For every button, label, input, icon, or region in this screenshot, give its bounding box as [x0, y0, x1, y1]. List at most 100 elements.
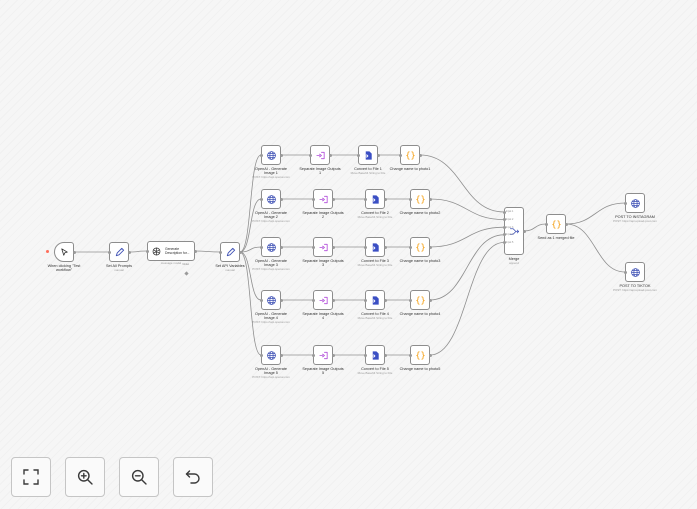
input-port[interactable] — [408, 197, 412, 201]
input-port[interactable] — [363, 245, 367, 249]
output-port[interactable] — [383, 245, 387, 249]
node-conv-2[interactable] — [365, 189, 385, 209]
connection-edge — [194, 250, 221, 253]
node-sep-2[interactable] — [313, 189, 333, 209]
fit-view-button[interactable] — [11, 457, 51, 497]
input-port[interactable] — [623, 270, 627, 274]
output-port[interactable] — [331, 197, 335, 201]
node-conv-3[interactable] — [365, 237, 385, 257]
output-port[interactable] — [418, 153, 422, 157]
node-rename-4[interactable] — [410, 290, 430, 310]
node-gen-desc[interactable]: Generate Description for... — [147, 241, 195, 261]
node-subtitle: POST: https://api.openai.com — [252, 219, 290, 224]
input-port[interactable] — [259, 353, 263, 357]
node-openai-5[interactable] — [261, 345, 281, 365]
input-port[interactable] — [218, 250, 222, 254]
node-trigger[interactable] — [54, 242, 74, 262]
input-port[interactable] — [311, 353, 315, 357]
input-port[interactable] — [356, 153, 360, 157]
output-port[interactable] — [331, 245, 335, 249]
undo-button[interactable] — [173, 457, 213, 497]
input-port[interactable] — [398, 153, 402, 157]
node-openai-4[interactable] — [261, 290, 281, 310]
node-send-merged[interactable] — [546, 214, 566, 234]
input-port[interactable] — [408, 353, 412, 357]
output-port[interactable] — [564, 222, 568, 226]
workflow-canvas[interactable]: When clicking "Test workflow" Set All Pro… — [0, 0, 697, 509]
output-port[interactable] — [383, 197, 387, 201]
input-port[interactable] — [408, 298, 412, 302]
node-sep-1[interactable] — [310, 145, 330, 165]
node-openai-2[interactable] — [261, 189, 281, 209]
output-port[interactable] — [238, 250, 242, 254]
output-port[interactable] — [331, 353, 335, 357]
output-port[interactable] — [193, 249, 197, 253]
input-port[interactable] — [308, 153, 312, 157]
node-openai-3[interactable] — [261, 237, 281, 257]
output-port[interactable] — [428, 245, 432, 249]
output-port[interactable] — [383, 353, 387, 357]
output-port[interactable] — [428, 197, 432, 201]
node-conv-5[interactable] — [365, 345, 385, 365]
output-port[interactable] — [279, 298, 283, 302]
input-port[interactable] — [311, 197, 315, 201]
node-sep-5[interactable] — [313, 345, 333, 365]
input-port[interactable] — [408, 245, 412, 249]
node-openai-1[interactable] — [261, 145, 281, 165]
split-icon — [315, 150, 326, 161]
output-port[interactable] — [383, 298, 387, 302]
output-port[interactable] — [376, 153, 380, 157]
input-port[interactable] — [311, 298, 315, 302]
node-rename-3[interactable] — [410, 237, 430, 257]
connection-edge — [239, 198, 262, 253]
node-conv-4[interactable] — [365, 290, 385, 310]
node-sep-4[interactable] — [313, 290, 333, 310]
output-port[interactable] — [328, 153, 332, 157]
input-port[interactable] — [259, 298, 263, 302]
fullscreen-icon — [23, 469, 39, 485]
node-label: Change name to photo5 — [399, 367, 441, 371]
globe-icon — [266, 150, 277, 161]
node-sep-3[interactable] — [313, 237, 333, 257]
output-port[interactable] — [127, 250, 131, 254]
node-rename-1[interactable] — [400, 145, 420, 165]
node-conv-1[interactable] — [358, 145, 378, 165]
node-subtitle: POST: https://api.upload-post.com — [613, 287, 657, 292]
node-subtitle: POST: https://api.openai.com — [252, 320, 290, 325]
output-port[interactable] — [522, 229, 526, 233]
output-port[interactable] — [279, 245, 283, 249]
node-rename-2[interactable] — [410, 189, 430, 209]
output-port[interactable] — [331, 298, 335, 302]
output-port[interactable] — [279, 353, 283, 357]
zoom-in-button[interactable] — [65, 457, 105, 497]
file-icon — [370, 242, 381, 253]
input-port[interactable] — [107, 250, 111, 254]
node-set-prompts[interactable] — [109, 242, 129, 262]
output-port[interactable] — [428, 353, 432, 357]
connection-edge — [239, 246, 262, 253]
input-port[interactable] — [259, 197, 263, 201]
model-port[interactable] — [183, 271, 189, 276]
globe-icon — [266, 242, 277, 253]
zoom-out-button[interactable] — [119, 457, 159, 497]
input-port[interactable] — [363, 197, 367, 201]
node-subtitle: POST: https://api.openai.com — [252, 267, 290, 272]
node-subtitle: Move Base64 String to File — [350, 170, 386, 175]
input-port[interactable] — [544, 222, 548, 226]
input-port[interactable] — [145, 249, 149, 253]
node-post-tiktok[interactable] — [625, 262, 645, 282]
input-port[interactable] — [363, 298, 367, 302]
node-merge[interactable] — [504, 207, 524, 255]
node-set-api[interactable] — [220, 242, 240, 262]
node-rename-5[interactable] — [410, 345, 430, 365]
output-port[interactable] — [72, 250, 76, 254]
input-port[interactable] — [363, 353, 367, 357]
input-port[interactable] — [259, 153, 263, 157]
output-port[interactable] — [428, 298, 432, 302]
input-port[interactable] — [623, 201, 627, 205]
node-post-instagram[interactable] — [625, 193, 645, 213]
input-port[interactable] — [311, 245, 315, 249]
output-port[interactable] — [279, 153, 283, 157]
input-port[interactable] — [259, 245, 263, 249]
output-port[interactable] — [279, 197, 283, 201]
